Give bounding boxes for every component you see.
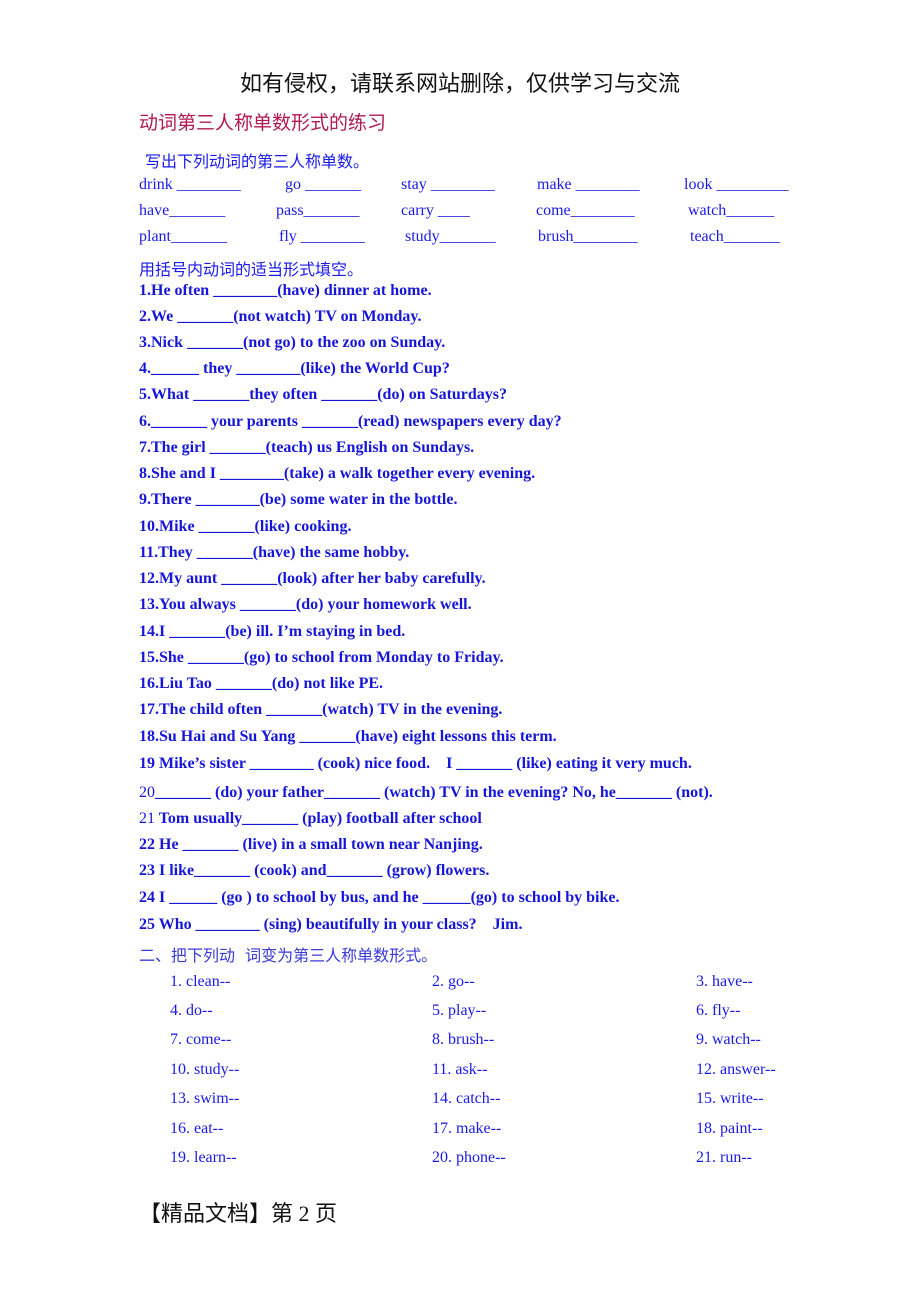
question-23: 23 I like_______ (cook) and_______ (grow… <box>139 862 490 879</box>
verb-blank: teach_______ <box>690 228 780 245</box>
verb-blank: watch______ <box>688 202 775 219</box>
conversion-item: 4. do-- <box>170 1002 213 1019</box>
conversion-item: 2. go-- <box>432 973 475 990</box>
question-number: 21 <box>139 810 155 827</box>
verb-blank: come________ <box>536 202 635 219</box>
page-footer: 【精品文档】第 2 页 <box>139 1201 338 1226</box>
conversion-item: 8. brush-- <box>432 1031 495 1048</box>
verb-blank: look _________ <box>684 176 789 193</box>
question-2: 2.We _______(not watch) TV on Monday. <box>139 308 422 325</box>
question-11: 11.They _______(have) the same hobby. <box>139 544 410 561</box>
verb-blank: make ________ <box>537 176 640 193</box>
conversion-item: 20. phone-- <box>432 1149 506 1166</box>
verb-blank: carry ____ <box>401 202 470 219</box>
verb-blank: study_______ <box>405 228 496 245</box>
question-24: 24 I ______ (go ) to school by bus, and … <box>139 889 620 906</box>
question-17: 17.The child often _______(watch) TV in … <box>139 701 503 718</box>
question-21: 21 Tom usually_______ (play) football af… <box>139 810 482 828</box>
verb-blank: go _______ <box>285 176 361 193</box>
question-3: 3.Nick _______(not go) to the zoo on Sun… <box>139 334 446 351</box>
question-9: 9.There ________(be) some water in the b… <box>139 491 458 508</box>
conversion-item: 16. eat-- <box>170 1120 224 1137</box>
verb-blank: brush________ <box>538 228 638 245</box>
verb-blank: stay ________ <box>401 176 495 193</box>
question-8: 8.She and I ________(take) a walk togeth… <box>139 465 536 482</box>
conversion-item: 9. watch-- <box>696 1031 761 1048</box>
part1-instruction: 写出下列动词的第三人称单数。 <box>145 152 370 171</box>
conversion-item: 12. answer-- <box>696 1061 776 1078</box>
conversion-item: 11. ask-- <box>432 1061 488 1078</box>
verb-blank: drink ________ <box>139 176 241 193</box>
conversion-item: 7. come-- <box>170 1031 232 1048</box>
question-14: 14.I _______(be) ill. I’m staying in bed… <box>139 623 406 640</box>
worksheet-title: 动词第三人称单数形式的练习 <box>139 112 387 134</box>
question-16: 16.Liu Tao _______(do) not like PE. <box>139 675 384 692</box>
conversion-item: 21. run-- <box>696 1149 752 1166</box>
question-12: 12.My aunt _______(look) after her baby … <box>139 570 486 587</box>
question-7: 7.The girl _______(teach) us English on … <box>139 439 475 456</box>
verb-blank: pass_______ <box>276 202 360 219</box>
question-19: 19 Mike’s sister ________ (cook) nice fo… <box>139 755 692 772</box>
verb-blank: plant_______ <box>139 228 227 245</box>
part2-instruction: 用括号内动词的适当形式填空。 <box>139 260 364 279</box>
question-text: _______ (do) your father_______ (watch) … <box>155 784 713 801</box>
conversion-item: 10. study-- <box>170 1061 240 1078</box>
conversion-item: 15. write-- <box>696 1090 764 1107</box>
conversion-item: 13. swim-- <box>170 1090 240 1107</box>
conversion-item: 17. make-- <box>432 1120 502 1137</box>
question-6: 6._______ your parents _______(read) new… <box>139 413 562 430</box>
question-4: 4.______ they ________(like) the World C… <box>139 360 450 377</box>
question-text: Tom usually_______ (play) football after… <box>158 810 482 827</box>
question-1: 1.He often ________(have) dinner at home… <box>139 282 432 299</box>
question-20: 20_______ (do) your father_______ (watch… <box>139 784 713 802</box>
question-5: 5.What _______they often _______(do) on … <box>139 386 508 403</box>
question-25: 25 Who ________ (sing) beautifully in yo… <box>139 916 523 933</box>
question-13: 13.You always _______(do) your homework … <box>139 596 472 613</box>
question-number: 20 <box>139 784 155 801</box>
conversion-item: 14. catch-- <box>432 1090 501 1107</box>
verb-blank: have_______ <box>139 202 226 219</box>
question-10: 10.Mike _______(like) cooking. <box>139 518 352 535</box>
conversion-item: 6. fly-- <box>696 1002 741 1019</box>
conversion-item: 18. paint-- <box>696 1120 763 1137</box>
verb-blank: fly ________ <box>279 228 365 245</box>
part3-instruction: 二、把下列动 词变为第三人称单数形式。 <box>139 946 438 965</box>
copyright-notice: 如有侵权，请联系网站删除，仅供学习与交流 <box>239 71 680 96</box>
question-15: 15.She _______(go) to school from Monday… <box>139 649 504 666</box>
conversion-item: 1. clean-- <box>170 973 231 990</box>
conversion-item: 5. play-- <box>432 1002 487 1019</box>
conversion-item: 19. learn-- <box>170 1149 237 1166</box>
question-22: 22 He _______ (live) in a small town nea… <box>139 836 483 853</box>
question-18: 18.Su Hai and Su Yang _______(have) eigh… <box>139 728 557 745</box>
conversion-item: 3. have-- <box>696 973 753 990</box>
